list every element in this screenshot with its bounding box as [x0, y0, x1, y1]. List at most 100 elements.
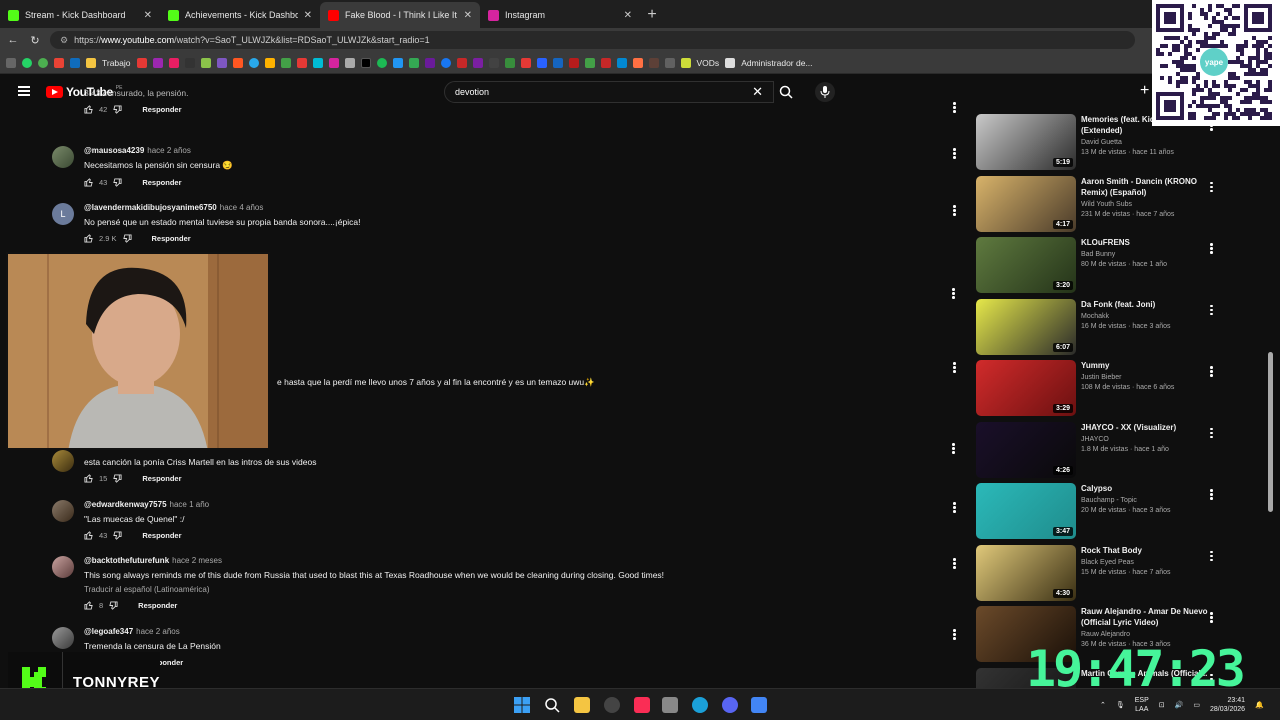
facebook-icon[interactable] [440, 57, 451, 68]
bookmark-icon[interactable] [648, 57, 659, 68]
reply-button[interactable]: Responder [152, 234, 191, 243]
video-channel[interactable]: Black Eyed Peas [1081, 559, 1209, 566]
video-card[interactable]: 3:47 Calypso Bauchamp - Topic 20 M de vista… [976, 483, 1226, 541]
bookmark-icon[interactable] [725, 57, 736, 68]
video-title[interactable]: Calypso [1081, 483, 1209, 494]
dislike-icon[interactable] [113, 474, 122, 483]
video-channel[interactable]: Rauw Alejandro [1081, 631, 1209, 638]
video-title[interactable]: Aaron Smith - Dancin (KRONO Remix) (Espa… [1081, 176, 1209, 198]
video-card[interactable]: 4:17 Aaron Smith - Dancin (KRONO Remix) (… [976, 175, 1226, 234]
bookmark-icon[interactable] [520, 57, 531, 68]
comment-author[interactable]: @backtothefuturefunk [84, 556, 169, 565]
bookmark-icon[interactable] [168, 57, 179, 68]
more-options-icon[interactable] [1210, 243, 1213, 255]
new-tab-button[interactable]: + [640, 2, 664, 28]
video-title[interactable]: JHAYCO - XX (Visualizer) [1081, 422, 1209, 433]
bookmark-icon[interactable] [344, 57, 355, 68]
tab-kick-stream[interactable]: Stream - Kick Dashboard ✕ [0, 2, 160, 28]
close-tab-icon[interactable]: ✕ [624, 10, 632, 21]
battery-icon[interactable]: ▭ [1193, 701, 1200, 709]
comment-date[interactable]: hace 2 años [136, 627, 180, 636]
video-thumbnail[interactable]: 4:30 [976, 544, 1076, 601]
video-card[interactable]: 3:29 Yummy Justin Bieber 108 M de vistas · … [976, 360, 1226, 418]
bookmark-icon[interactable] [456, 57, 467, 68]
search-icon[interactable] [544, 697, 560, 713]
start-icon[interactable] [514, 697, 530, 713]
avatar[interactable] [52, 450, 74, 472]
more-options-icon[interactable] [953, 362, 956, 374]
menu-icon[interactable] [18, 86, 30, 96]
language-indicator[interactable]: ESP LAA [1135, 696, 1149, 714]
dislike-icon[interactable] [113, 105, 122, 114]
video-channel[interactable]: David Guetta [1081, 139, 1209, 146]
reply-button[interactable]: Responder [138, 601, 177, 610]
like-icon[interactable] [84, 234, 93, 243]
video-channel[interactable]: Justin Bieber [1081, 374, 1209, 381]
address-bar[interactable]: ⚙ https://www.youtube.com/watch?v=SaoT_U… [50, 31, 1135, 49]
bookmark-icon[interactable] [568, 57, 579, 68]
avatar[interactable]: L [52, 203, 74, 225]
reply-button[interactable]: Responder [142, 474, 181, 483]
more-options-icon[interactable] [953, 558, 956, 570]
video-channel[interactable]: Wild Youth Subs [1081, 201, 1209, 208]
comment-author[interactable]: @edwardkenway7575 [84, 500, 167, 509]
more-options-icon[interactable] [1210, 489, 1213, 501]
bookmark-icon[interactable] [232, 57, 243, 68]
video-channel[interactable]: JHAYCO [1081, 436, 1209, 443]
chrome-icon[interactable] [751, 697, 767, 713]
more-options-icon[interactable] [1210, 550, 1213, 563]
dislike-icon[interactable] [113, 531, 122, 540]
bookmark-icon[interactable] [264, 57, 275, 68]
comment-author[interactable]: @legoafe347 [84, 627, 133, 636]
comment-date[interactable]: hace 1 año [170, 500, 210, 509]
more-options-icon[interactable] [1210, 366, 1213, 378]
video-thumbnail[interactable]: 4:26 [976, 421, 1076, 478]
app-icon[interactable] [662, 697, 678, 713]
video-thumbnail[interactable]: 3:20 [976, 237, 1076, 293]
whatsapp-icon[interactable] [22, 57, 32, 68]
mic-tray-icon[interactable]: 🎙 [1116, 701, 1125, 709]
notifications-icon[interactable]: 🔔 [1255, 701, 1264, 709]
more-options-icon[interactable] [952, 288, 955, 300]
reload-icon[interactable]: ↻ [28, 33, 42, 47]
discord-icon[interactable] [722, 697, 738, 713]
bookmark-icon[interactable] [392, 57, 403, 68]
chrome-icon[interactable] [38, 57, 48, 68]
create-icon[interactable]: + [1140, 82, 1149, 100]
maps-icon[interactable] [408, 57, 419, 68]
more-options-icon[interactable] [953, 148, 956, 160]
avatar[interactable] [52, 146, 74, 168]
more-options-icon[interactable] [1210, 181, 1213, 194]
reply-button[interactable]: Responder [142, 178, 181, 187]
network-icon[interactable]: ⊡ [1159, 701, 1165, 709]
more-options-icon[interactable] [953, 102, 956, 114]
bookmark-icon[interactable] [552, 57, 563, 68]
dislike-icon[interactable] [113, 178, 122, 187]
more-options-icon[interactable] [1210, 304, 1213, 317]
obs-icon[interactable] [604, 697, 620, 713]
bookmark-icon[interactable] [488, 57, 499, 68]
like-icon[interactable] [84, 105, 93, 114]
bookmark-icon[interactable] [584, 57, 595, 68]
bookmark-icon[interactable] [680, 57, 691, 68]
bookmark-icon[interactable] [200, 57, 211, 68]
folder-icon[interactable] [86, 57, 96, 68]
more-options-icon[interactable] [953, 502, 956, 514]
like-icon[interactable] [84, 178, 93, 187]
like-icon[interactable] [84, 531, 93, 540]
volume-icon[interactable]: 🔊 [1175, 701, 1184, 709]
reply-button[interactable]: Responder [142, 105, 181, 114]
video-title[interactable]: Rauw Alejandro - Amar De Nuevo (Official… [1081, 606, 1209, 628]
video-channel[interactable]: Bad Bunny [1081, 251, 1209, 258]
bookmark-icon[interactable] [280, 57, 291, 68]
close-tab-icon[interactable]: ✕ [304, 10, 312, 21]
comment-date[interactable]: hace 4 años [220, 203, 264, 212]
dislike-icon[interactable] [109, 601, 118, 610]
reply-button[interactable]: Responder [142, 531, 181, 540]
close-tab-icon[interactable]: ✕ [464, 10, 472, 21]
music-icon[interactable] [634, 697, 650, 713]
bookmark-icon[interactable] [616, 57, 627, 68]
bookmark-icon[interactable] [632, 57, 643, 68]
telegram-icon[interactable] [248, 57, 259, 68]
video-thumbnail[interactable]: 3:47 [976, 483, 1076, 539]
